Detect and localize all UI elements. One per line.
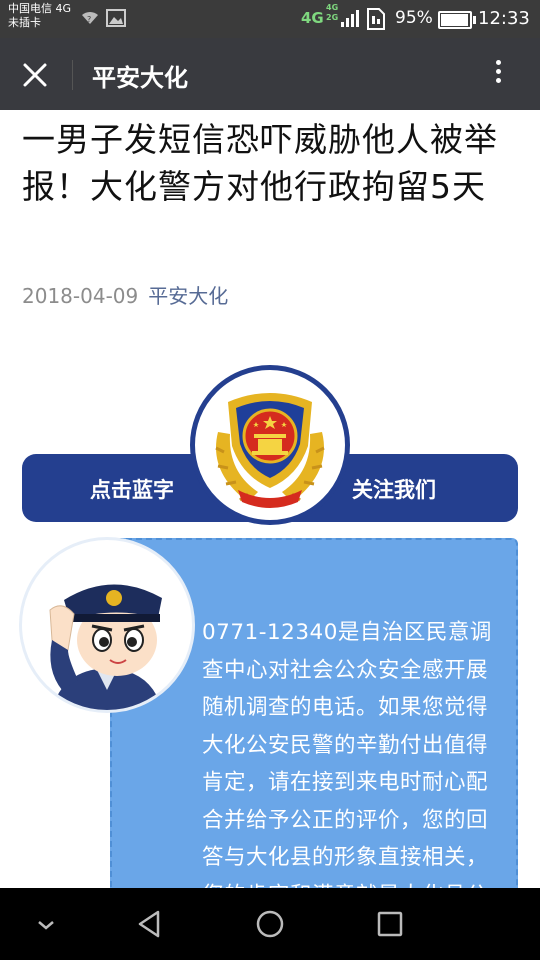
system-nav-bar <box>0 888 540 960</box>
chevron-down-icon[interactable] <box>26 906 66 942</box>
clock: 12:33 <box>478 8 530 29</box>
network-type-small: 4G 2G <box>326 3 339 22</box>
battery-percent: 95% <box>395 8 433 28</box>
follow-right-text: 关注我们 <box>352 478 436 502</box>
article-meta: 2018-04-09 平安大化 <box>22 280 228 309</box>
battery-fill <box>441 14 468 26</box>
home-circle-icon[interactable] <box>250 906 290 942</box>
recents-square-icon[interactable] <box>370 906 410 942</box>
battery-icon <box>438 11 476 29</box>
page-title: 平安大化 <box>92 64 188 92</box>
article-date: 2018-04-09 <box>22 284 139 308</box>
sim-missing-icon <box>367 8 385 30</box>
carrier-info: 中国电信 4G 未插卡 <box>8 2 71 30</box>
notice-text: 0771-12340是自治区民意调查中心对社会公众安全感开展随机调查的电话。如果… <box>202 620 492 888</box>
wifi-icon: ? <box>82 11 98 24</box>
article-author-link[interactable]: 平安大化 <box>148 284 228 308</box>
titlebar-divider <box>72 60 73 90</box>
police-cartoon-avatar <box>22 540 192 710</box>
back-triangle-icon[interactable] <box>130 906 170 942</box>
follow-left-text: 点击蓝字 <box>90 478 174 502</box>
more-vertical-icon[interactable] <box>486 56 510 92</box>
carrier-line2: 未插卡 <box>8 16 41 29</box>
close-icon[interactable] <box>18 58 52 92</box>
status-bar: 中国电信 4G 未插卡 ? 4G 4G 2G 95% 12:33 <box>0 0 540 38</box>
police-cartoon-icon <box>49 584 162 710</box>
title-bar: 平安大化 <box>0 38 540 110</box>
police-emblem-icon <box>215 393 325 508</box>
carrier-line1: 中国电信 4G <box>8 2 72 15</box>
image-notification-icon <box>106 9 126 27</box>
signal-icon <box>341 10 359 27</box>
article-content[interactable]: 一男子发短信恐吓威胁他人被举报！大化警方对他行政拘留5天 2018-04-09 平… <box>0 110 540 888</box>
svg-text:?: ? <box>87 15 91 24</box>
article-title: 一男子发短信恐吓威胁他人被举报！大化警方对他行政拘留5天 <box>22 120 498 206</box>
network-type: 4G <box>301 9 324 27</box>
